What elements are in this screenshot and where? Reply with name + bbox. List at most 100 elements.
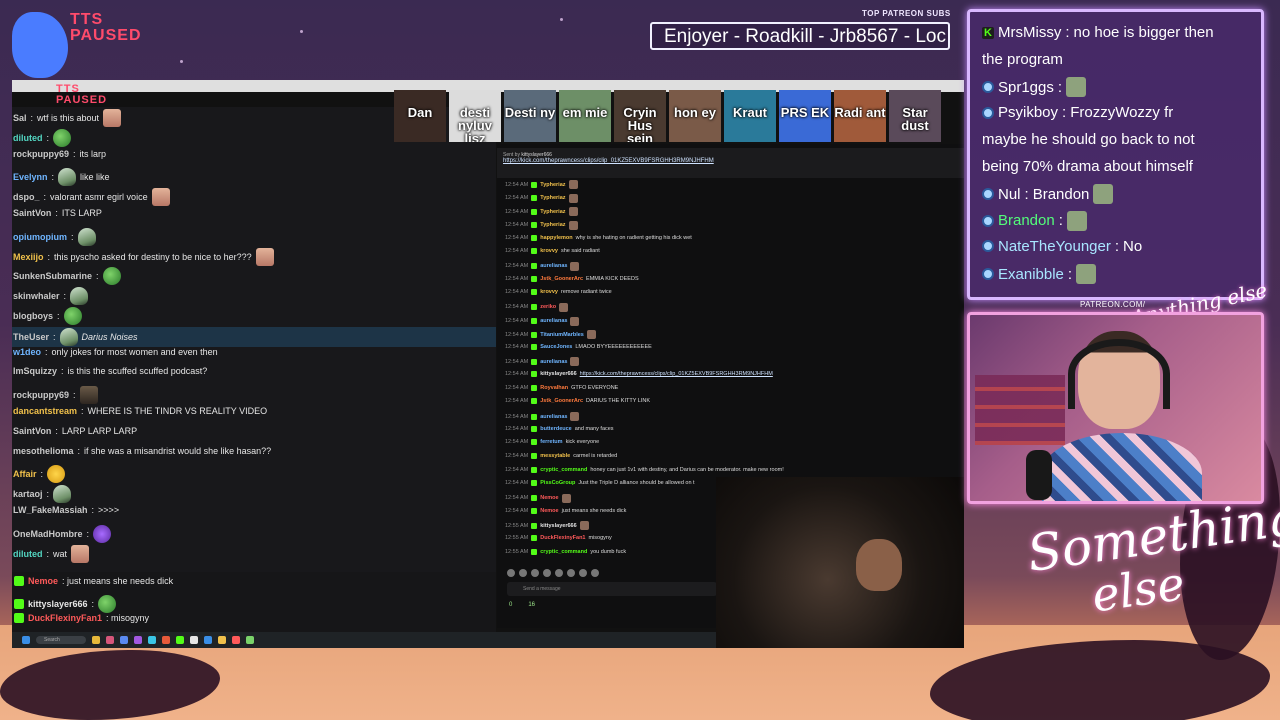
- emote-icon[interactable]: [555, 569, 563, 577]
- chat-separator: :: [46, 489, 50, 500]
- emote-icon: [103, 109, 122, 127]
- chat-username[interactable]: Mexiijo: [13, 252, 44, 262]
- chat-username[interactable]: SauceJones: [540, 344, 572, 350]
- chat-username[interactable]: Jstk_GoonerArc: [540, 398, 583, 404]
- app-icon[interactable]: [106, 636, 114, 644]
- chat-username[interactable]: SunkenSubmarine: [13, 271, 92, 281]
- timestamp: 12:54 AM: [505, 425, 529, 432]
- chat-username[interactable]: Typheriaz: [540, 222, 565, 228]
- chat-username[interactable]: krovvy: [540, 289, 558, 295]
- chat-separator: :: [96, 271, 99, 282]
- guest-webcam: [716, 477, 964, 648]
- chat-username[interactable]: dspo_: [13, 192, 40, 202]
- chat-username[interactable]: opiumopium: [13, 232, 67, 242]
- chat-username[interactable]: rockpuppy69: [13, 390, 69, 400]
- chat-username[interactable]: Typheriaz: [540, 209, 565, 215]
- chat-username[interactable]: Nemoe: [28, 576, 58, 586]
- chat-username[interactable]: aurelianas: [540, 414, 567, 420]
- chat-username[interactable]: cryptic_command: [540, 549, 587, 555]
- chat-username[interactable]: kittyslayer666: [540, 523, 576, 529]
- app-icon[interactable]: [134, 636, 142, 644]
- chat-username[interactable]: aurelianas: [540, 318, 567, 324]
- app-icon[interactable]: [218, 636, 226, 644]
- emote-icon[interactable]: [519, 569, 527, 577]
- chat-username[interactable]: kittyslayer666: [28, 599, 88, 609]
- badge-icon: [531, 304, 538, 311]
- pinned-link[interactable]: https://kick.com/theprawncess/clips/clip…: [503, 158, 958, 164]
- chat-username[interactable]: Nemoe: [540, 495, 558, 501]
- message-input[interactable]: Send a message: [507, 582, 717, 596]
- chat-message: diluted:: [13, 128, 72, 147]
- chat-username[interactable]: mesothelioma: [13, 446, 74, 456]
- app-icon[interactable]: [176, 636, 184, 644]
- emote-bar-item: desti nyluv lisz: [449, 90, 501, 142]
- chat-username[interactable]: TheUser: [13, 332, 49, 342]
- chat-username[interactable]: aurelianas: [540, 263, 567, 269]
- chat-username[interactable]: SaintVon: [13, 208, 51, 218]
- app-icon[interactable]: [162, 636, 170, 644]
- emote-icon[interactable]: [531, 569, 539, 577]
- chat-username[interactable]: Jstk_GoonerArc: [540, 276, 583, 282]
- taskbar-search[interactable]: Search: [36, 636, 86, 644]
- chat-username[interactable]: rockpuppy69: [13, 149, 69, 159]
- chat-username[interactable]: krovvy: [540, 248, 558, 254]
- chat-username[interactable]: Typheriaz: [540, 195, 565, 201]
- chat-username[interactable]: happylemon: [540, 235, 572, 241]
- emote-bar-item: Desti ny: [504, 90, 556, 142]
- app-icon[interactable]: [92, 636, 100, 644]
- chat-username[interactable]: Royvalhan: [540, 385, 568, 391]
- chat-username[interactable]: w1deo: [13, 347, 41, 357]
- chat-username[interactable]: cryptic_command: [540, 467, 587, 473]
- app-icon[interactable]: [246, 636, 254, 644]
- chat-username[interactable]: skinwhaler: [13, 291, 60, 301]
- chat-text: EMMIA KICK DEEDS: [586, 275, 639, 282]
- chat-username[interactable]: DuckFlexinyFan1: [28, 613, 102, 623]
- emote-icon[interactable]: [579, 569, 587, 577]
- chat-username[interactable]: ferretum: [540, 439, 562, 445]
- chat-username[interactable]: kittyslayer666: [540, 371, 576, 377]
- chat-text: : misogyny: [106, 613, 150, 623]
- emote-icon[interactable]: [507, 569, 515, 577]
- chat-username[interactable]: Typheriaz: [540, 182, 565, 188]
- chat-username[interactable]: diluted: [13, 133, 43, 143]
- windows-icon[interactable]: [22, 636, 30, 644]
- chat-username[interactable]: Nemoe: [540, 508, 558, 514]
- chat-username[interactable]: messytable: [540, 453, 570, 459]
- chat-username[interactable]: zeriko: [540, 304, 556, 310]
- chat-separator: :: [63, 291, 67, 302]
- chat-username[interactable]: butterdeuce: [540, 426, 571, 432]
- chat-username[interactable]: DuckFlexinyFan1: [540, 535, 585, 541]
- chat-username[interactable]: OneMadHombre: [13, 529, 83, 539]
- badge-icon: [531, 507, 538, 514]
- badge-icon: [531, 398, 538, 405]
- chat-username[interactable]: LW_FakeMassiah: [13, 505, 88, 515]
- chat-text: LMAOO BYYEEEEEEEEEEEE: [575, 343, 652, 350]
- timestamp: 12:54 AM: [505, 304, 529, 311]
- chat-username[interactable]: aurelianas: [540, 359, 567, 365]
- chat-username[interactable]: TitaniumMarbles: [540, 332, 584, 338]
- chat-username[interactable]: dancantstream: [13, 406, 77, 416]
- platform-badge-icon: [982, 214, 994, 227]
- chat-username[interactable]: PissCoGroup: [540, 480, 575, 486]
- chat-separator: :: [30, 113, 34, 123]
- chat-text: being 70% drama about himself: [982, 157, 1193, 175]
- app-icon[interactable]: [120, 636, 128, 644]
- chat-username[interactable]: diluted: [13, 549, 43, 559]
- timestamp: 12:54 AM: [505, 208, 529, 215]
- app-icon[interactable]: [148, 636, 156, 644]
- emote-icon[interactable]: [567, 569, 575, 577]
- chat-username[interactable]: ImSquizzy: [13, 366, 57, 376]
- chat-username[interactable]: Sal: [13, 113, 27, 123]
- chat-username[interactable]: SaintVon: [13, 426, 51, 436]
- kick-chat-message: 12:54 AM Jstk_GoonerArc EMMIA KICK DEEDS: [505, 275, 639, 282]
- emote-icon[interactable]: [543, 569, 551, 577]
- chat-username[interactable]: blogboys: [13, 311, 53, 321]
- chat-username[interactable]: kartaoj: [13, 489, 43, 499]
- app-icon[interactable]: [232, 636, 240, 644]
- emote-picker-row[interactable]: [507, 569, 599, 577]
- chat-username[interactable]: Affair: [13, 469, 37, 479]
- emote-icon[interactable]: [591, 569, 599, 577]
- app-icon[interactable]: [190, 636, 198, 644]
- chat-username[interactable]: Evelynn: [13, 172, 48, 182]
- app-icon[interactable]: [204, 636, 212, 644]
